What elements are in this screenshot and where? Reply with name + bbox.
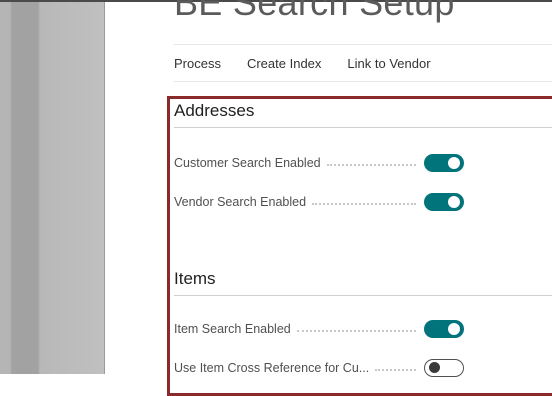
items-heading: Items bbox=[174, 269, 216, 288]
items-divider bbox=[174, 295, 552, 296]
use-item-cross-reference-label: Use Item Cross Reference for Cu... bbox=[174, 361, 370, 375]
item-search-enabled-toggle[interactable] bbox=[424, 320, 464, 338]
customer-search-enabled-toggle[interactable] bbox=[424, 154, 464, 172]
vendor-search-enabled-field: Vendor Search Enabled bbox=[174, 191, 464, 213]
link-to-vendor-action[interactable]: Link to Vendor bbox=[347, 56, 430, 71]
addresses-divider bbox=[174, 127, 552, 128]
toggle-knob bbox=[448, 196, 460, 208]
action-bar: Process Create Index Link to Vendor bbox=[174, 44, 552, 82]
page-title: BE Search Setup bbox=[174, 0, 455, 23]
create-index-action[interactable]: Create Index bbox=[247, 56, 321, 71]
toggle-knob bbox=[448, 323, 460, 335]
label-leader-dots bbox=[375, 369, 416, 371]
label-leader-dots bbox=[312, 203, 416, 205]
use-item-cross-reference-field: Use Item Cross Reference for Cu... bbox=[174, 357, 464, 379]
customer-search-enabled-field: Customer Search Enabled bbox=[174, 152, 464, 174]
toggle-knob bbox=[429, 362, 440, 373]
vendor-search-enabled-toggle[interactable] bbox=[424, 193, 464, 211]
item-search-enabled-field: Item Search Enabled bbox=[174, 318, 464, 340]
item-search-enabled-label: Item Search Enabled bbox=[174, 322, 291, 336]
process-action[interactable]: Process bbox=[174, 56, 221, 71]
left-navigation-pane bbox=[0, 2, 105, 374]
highlight-frame bbox=[167, 96, 552, 396]
toggle-knob bbox=[448, 157, 460, 169]
label-leader-dots bbox=[296, 330, 416, 332]
use-item-cross-reference-toggle[interactable] bbox=[424, 359, 464, 377]
customer-search-enabled-label: Customer Search Enabled bbox=[174, 156, 321, 170]
addresses-heading: Addresses bbox=[174, 101, 255, 120]
vendor-search-enabled-label: Vendor Search Enabled bbox=[174, 195, 307, 209]
label-leader-dots bbox=[326, 164, 416, 166]
